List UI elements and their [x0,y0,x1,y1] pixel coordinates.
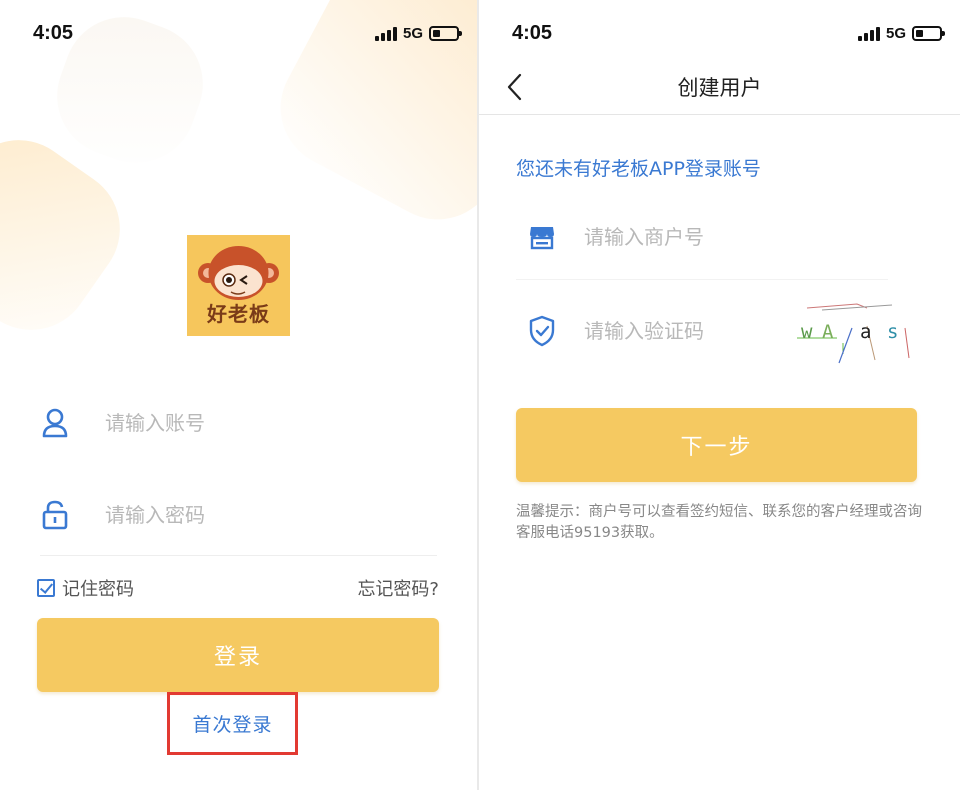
captcha-char: a [860,321,872,343]
captcha-char: A [822,321,834,343]
network-type: 5G [402,25,423,42]
remember-checkbox[interactable] [37,579,55,597]
remember-label: 记住密码 [62,579,134,600]
field-divider [516,279,888,280]
verification-code-input[interactable] [584,319,784,343]
captcha-char: w [801,321,813,343]
battery-icon [429,26,462,41]
merchant-field-row [527,222,912,252]
account-field-row [40,408,437,438]
highlight-box: 首次登录 [167,692,298,755]
decorative-blob [0,116,144,354]
network-type: 5G [885,25,906,42]
user-icon [40,408,70,438]
field-divider [40,555,437,556]
battery-level [916,30,923,37]
status-bar: 4:05 5G [0,0,477,70]
nav-bar: 创建用户 [479,58,960,115]
hint-text: 温馨提示：商户号可以查看签约短信、联系您的客户经理或咨询客服电话95193获取。 [516,504,922,541]
battery-icon [912,26,945,41]
page-title: 创建用户 [677,76,762,100]
signal-icon [857,26,880,41]
captcha-image[interactable]: w A a s [797,298,917,368]
battery-level [433,30,440,37]
password-input[interactable] [105,503,385,527]
status-indicators: 5G [374,25,462,42]
forgot-password-link[interactable]: 忘记密码? [357,575,439,601]
store-icon [527,222,557,252]
signal-icon [374,26,397,41]
captcha-char: s [887,321,899,343]
password-field-row [40,500,437,530]
lock-icon [40,500,70,530]
status-time: 4:05 [512,22,553,44]
login-button[interactable]: 登录 [37,618,439,692]
status-time: 4:05 [33,22,74,44]
status-indicators: 5G [857,25,945,42]
account-input[interactable] [105,411,385,435]
login-screen: 4:05 5G 好老板 请输入账号 记住密码 忘记密码? 登录 首次登录 [0,0,477,790]
remember-password-toggle[interactable]: 记住密码 [37,575,134,601]
merchant-input[interactable] [584,225,864,249]
next-step-button[interactable]: 下一步 [516,408,917,482]
shield-check-icon [527,315,557,347]
logo-text: 好老板 [207,302,270,326]
info-message: 您还未有好老板APP登录账号 [516,158,761,180]
first-login-link[interactable]: 首次登录 [192,710,272,737]
create-user-screen: 4:05 5G 创建用户 您还未有好老板APP登录账号 请输入商户号 请输入验证… [479,0,960,790]
app-logo: 好老板 [187,235,290,336]
